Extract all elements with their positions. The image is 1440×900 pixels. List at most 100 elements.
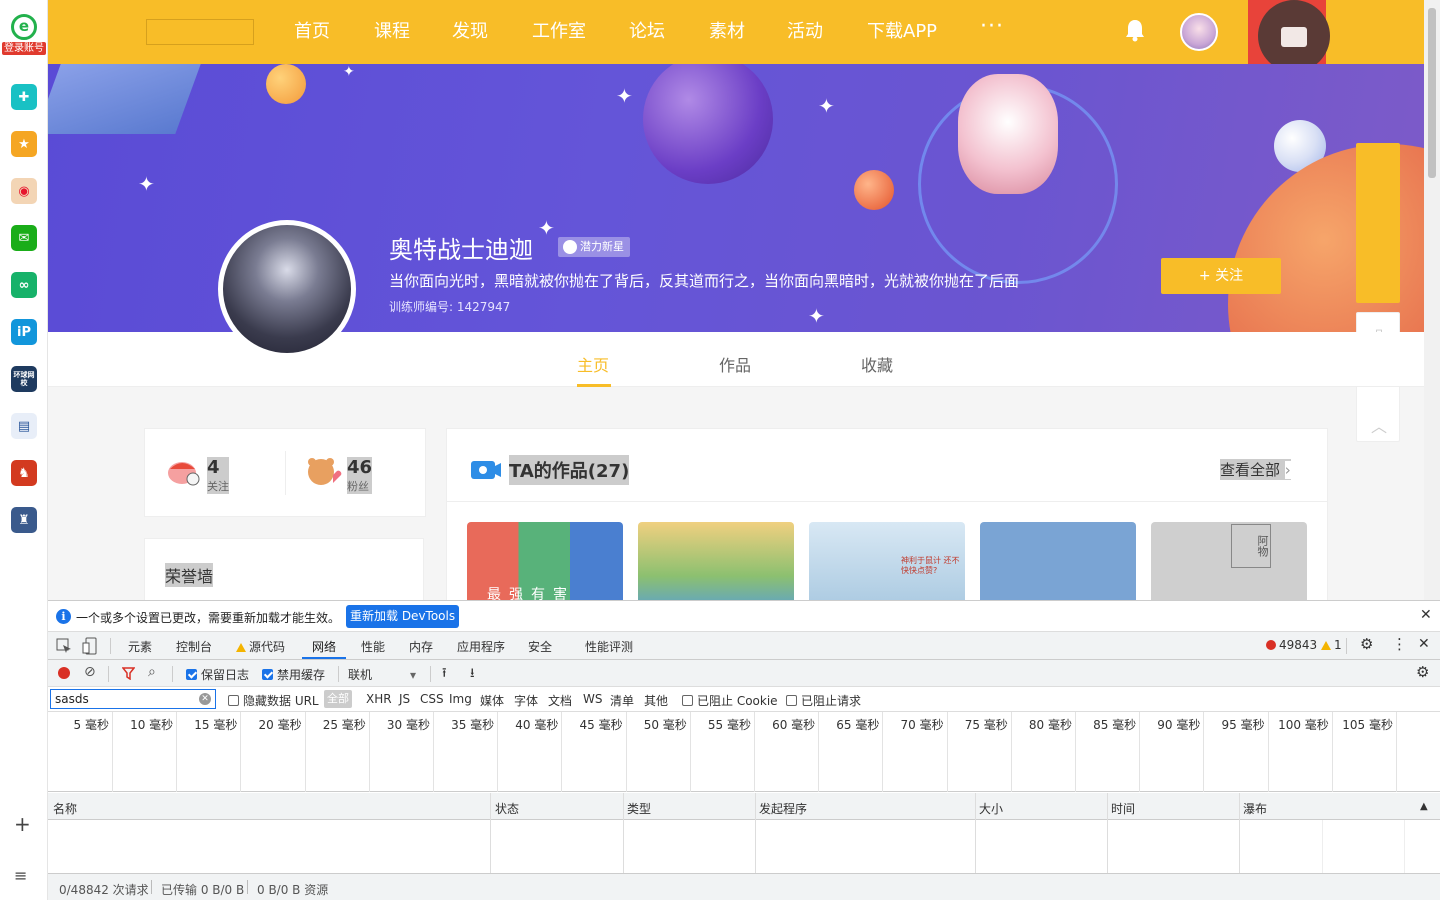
- view-all-link[interactable]: 查看全部 ›: [1220, 459, 1291, 480]
- blocked-cookies-checkbox[interactable]: 已阻止 Cookie: [682, 692, 778, 709]
- network-settings-icon[interactable]: ⚙: [1416, 663, 1429, 681]
- col-status[interactable]: 状态: [495, 800, 519, 817]
- nav-forum[interactable]: 论坛: [629, 20, 665, 44]
- camera-button[interactable]: [1258, 0, 1330, 72]
- nav-studio[interactable]: 工作室: [532, 20, 586, 44]
- site-logo[interactable]: [146, 19, 254, 45]
- import-har-icon[interactable]: ⭱: [442, 664, 447, 686]
- tab-security[interactable]: 安全: [528, 638, 552, 655]
- plus-circle-icon[interactable]: ✚: [11, 84, 37, 110]
- timeline-gridline: [1396, 712, 1397, 792]
- col-initiator[interactable]: 发起程序: [759, 800, 807, 817]
- ip-icon[interactable]: iP: [11, 319, 37, 345]
- mail-icon[interactable]: ✉: [11, 225, 37, 251]
- nav-discover[interactable]: 发现: [452, 20, 488, 44]
- news-icon[interactable]: 环球网校: [11, 366, 37, 392]
- filter-doc[interactable]: 文档: [548, 692, 572, 709]
- network-overview-timeline[interactable]: 5 毫秒 10 毫秒 15 毫秒 20 毫秒 25 毫秒 30 毫秒 35 毫秒 40 毫秒 4…: [48, 712, 1440, 792]
- tab-performance[interactable]: 性能: [361, 638, 385, 655]
- request-table-header: 名称 状态 类型 发起程序 大小 时间 瀑布 ▲: [48, 793, 1440, 820]
- close-icon[interactable]: ✕: [1420, 607, 1432, 623]
- col-name[interactable]: 名称: [53, 800, 77, 817]
- col-time[interactable]: 时间: [1111, 800, 1135, 817]
- resources-size: 0 B/0 B 资源: [257, 883, 329, 897]
- export-har-icon[interactable]: ⭳: [470, 664, 475, 686]
- col-waterfall[interactable]: 瀑布: [1243, 800, 1267, 817]
- star-icon[interactable]: ★: [11, 131, 37, 157]
- filter-css[interactable]: CSS: [420, 692, 444, 706]
- inspect-icon[interactable]: [56, 638, 72, 654]
- error-counter[interactable]: 49843 1: [1266, 638, 1342, 652]
- filter-manifest[interactable]: 清单: [610, 692, 634, 709]
- profile-avatar[interactable]: [218, 220, 356, 358]
- doc-icon[interactable]: ▤: [11, 413, 37, 439]
- tab-home[interactable]: 主页: [577, 352, 609, 376]
- tab-memory[interactable]: 内存: [409, 638, 433, 655]
- record-button[interactable]: [58, 667, 70, 679]
- preserve-log-checkbox[interactable]: 保留日志: [186, 666, 249, 683]
- filter-font[interactable]: 字体: [514, 692, 538, 709]
- search-icon[interactable]: ⌕: [148, 664, 156, 680]
- col-type[interactable]: 类型: [627, 800, 651, 817]
- filter-ws[interactable]: WS: [583, 692, 602, 706]
- nav-download-app[interactable]: 下载APP: [867, 20, 937, 44]
- device-toggle-icon[interactable]: [82, 637, 98, 655]
- nav-more-icon[interactable]: ···: [980, 14, 1004, 39]
- user-avatar[interactable]: [1180, 13, 1218, 51]
- filter-js[interactable]: JS: [399, 692, 410, 706]
- add-icon[interactable]: +: [14, 812, 31, 836]
- hide-data-urls-checkbox[interactable]: 隐藏数据 URL: [228, 692, 319, 709]
- work-thumbnail[interactable]: 最强有害: [467, 522, 623, 600]
- page-scrollbar[interactable]: [1424, 0, 1440, 600]
- filter-all[interactable]: 全部: [324, 690, 352, 708]
- game2-icon[interactable]: ♜: [11, 507, 37, 533]
- disable-cache-checkbox[interactable]: 禁用缓存: [262, 666, 325, 683]
- more-options-icon[interactable]: ⋮: [1392, 635, 1407, 653]
- throttle-select[interactable]: 联机 ▾: [348, 666, 416, 683]
- link-icon[interactable]: ∞: [11, 272, 37, 298]
- right-float-banner[interactable]: [1356, 143, 1400, 303]
- nav-home[interactable]: 首页: [294, 20, 330, 44]
- filter-xhr[interactable]: XHR: [366, 692, 392, 706]
- fans-stat[interactable]: 46 粉丝: [347, 457, 373, 494]
- follow-button[interactable]: + 关注: [1161, 258, 1281, 294]
- work-thumbnail[interactable]: [638, 522, 794, 600]
- filter-media[interactable]: 媒体: [480, 692, 504, 709]
- reload-devtools-button[interactable]: 重新加载 DevTools: [346, 605, 460, 628]
- work-thumbnail[interactable]: [980, 522, 1136, 600]
- following-stat[interactable]: 4 关注: [207, 457, 229, 494]
- filter-icon[interactable]: [122, 667, 135, 680]
- bell-icon[interactable]: [1124, 18, 1146, 42]
- clear-icon[interactable]: ⊘: [84, 664, 96, 680]
- login-button[interactable]: e 登录账号: [2, 14, 46, 60]
- filter-input[interactable]: [50, 689, 216, 709]
- work-thumbnail[interactable]: 阿物: [1151, 522, 1307, 600]
- astronaut-illustration: [958, 74, 1058, 194]
- tab-network[interactable]: 网络: [312, 638, 336, 655]
- blocked-requests-checkbox[interactable]: 已阻止请求: [786, 692, 861, 709]
- clear-filter-icon[interactable]: ✕: [199, 693, 211, 705]
- menu-icon[interactable]: ≡: [14, 866, 27, 885]
- scroll-thumb[interactable]: [1428, 8, 1436, 178]
- tab-sources[interactable]: 源代码: [236, 638, 285, 655]
- filter-img[interactable]: Img: [449, 692, 472, 706]
- game-icon[interactable]: ♞: [11, 460, 37, 486]
- timeline-tick-label: 85 毫秒: [1093, 718, 1137, 732]
- tab-console[interactable]: 控制台: [176, 638, 212, 655]
- close-devtools-icon[interactable]: ✕: [1418, 636, 1430, 652]
- filter-other[interactable]: 其他: [644, 692, 668, 709]
- nav-materials[interactable]: 素材: [709, 20, 745, 44]
- tab-elements[interactable]: 元素: [128, 638, 152, 655]
- nav-events[interactable]: 活动: [787, 20, 823, 44]
- tab-application[interactable]: 应用程序: [457, 638, 505, 655]
- col-size[interactable]: 大小: [979, 800, 1003, 817]
- tab-works[interactable]: 作品: [719, 352, 751, 376]
- sort-asc-icon[interactable]: ▲: [1420, 801, 1428, 812]
- settings-gear-icon[interactable]: ⚙: [1360, 635, 1373, 653]
- nav-courses[interactable]: 课程: [374, 20, 410, 44]
- tab-lighthouse[interactable]: 性能评测: [585, 638, 633, 655]
- weibo-icon[interactable]: ◉: [11, 178, 37, 204]
- tab-favorites[interactable]: 收藏: [861, 352, 893, 376]
- work-thumbnail[interactable]: 神利于鼠计 还不快快点赞?: [809, 522, 965, 600]
- back-to-top-icon[interactable]: ︿: [1370, 413, 1388, 436]
